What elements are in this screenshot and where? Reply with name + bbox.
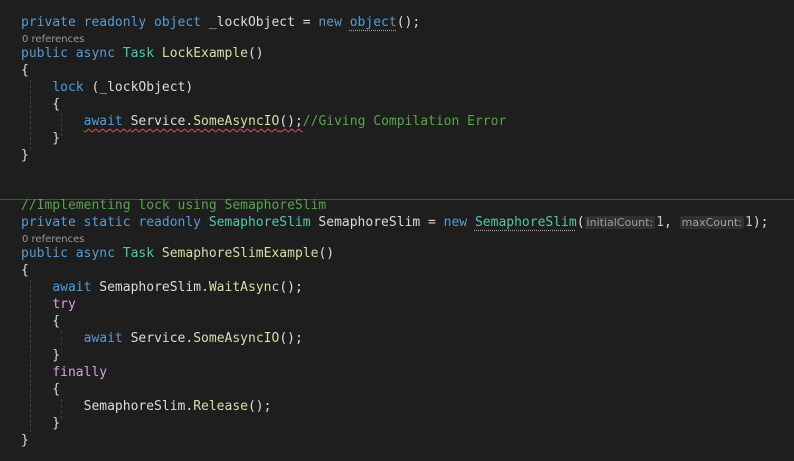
code-line[interactable]: { [21, 62, 29, 79]
code-line[interactable]: { [21, 313, 60, 330]
code-token: Service. [130, 114, 194, 129]
code-token: } [21, 148, 29, 163]
code-token: } [21, 433, 29, 448]
code-token: { [21, 63, 29, 78]
code-token: object [349, 15, 397, 30]
code-token: SemaphoreSlim [474, 215, 577, 230]
code-token: public async [21, 46, 123, 61]
code-line[interactable]: await SemaphoreSlim.WaitAsync(); [21, 279, 303, 296]
code-token: () [247, 46, 264, 61]
code-token: Task [122, 246, 162, 261]
code-token: Release [193, 399, 248, 414]
code-line[interactable]: await Service.SomeAsyncIO(); [21, 330, 303, 347]
code-token: private readonly object [21, 15, 209, 30]
code-token: new [443, 215, 475, 230]
code-line[interactable]: } [21, 432, 29, 449]
code-token: WaitAsync [208, 280, 280, 295]
code-token: SemaphoreSlim. [21, 399, 194, 414]
code-line[interactable]: } [21, 415, 60, 432]
code-token: Service. [130, 331, 194, 346]
code-line[interactable]: public async Task SemaphoreSlimExample() [21, 245, 334, 262]
code-token: SomeAsyncIO [193, 114, 280, 129]
code-token: (_lockObject) [91, 80, 194, 95]
code-token: } [21, 348, 61, 363]
code-token: LockExample [161, 46, 248, 61]
code-token: 1 [656, 215, 664, 230]
code-token: { [21, 382, 61, 397]
code-line[interactable]: } [21, 147, 29, 164]
code-line[interactable]: { [21, 381, 60, 398]
code-token: (); [247, 399, 272, 414]
code-token: ); [752, 215, 769, 230]
code-line[interactable]: private static readonly SemaphoreSlim Se… [21, 214, 768, 231]
code-token: public async [21, 246, 123, 261]
code-token: new [318, 15, 350, 30]
code-token: { [21, 97, 61, 112]
code-token: , [664, 215, 680, 230]
code-token: await [83, 114, 131, 129]
code-line[interactable]: public async Task LockExample() [21, 45, 264, 62]
code-line[interactable]: } [21, 347, 60, 364]
code-token: finally [52, 365, 108, 380]
code-token: ( [576, 215, 585, 230]
code-token: SemaphoreSlim. [99, 280, 209, 295]
code-comment: //Giving Compilation Error [302, 114, 507, 129]
code-token: (); [396, 15, 421, 30]
code-line[interactable]: } [21, 130, 60, 147]
code-line[interactable]: lock (_lockObject) [21, 79, 193, 96]
code-line[interactable]: { [21, 96, 60, 113]
code-line[interactable]: await Service.SomeAsyncIO();//Giving Com… [21, 113, 507, 130]
code-line[interactable]: { [21, 262, 29, 279]
code-token: _lockObject = [208, 15, 319, 30]
code-token: SemaphoreSlimExample [161, 246, 319, 261]
code-token: SomeAsyncIO [193, 331, 280, 346]
code-line[interactable]: private readonly object _lockObject = ne… [21, 14, 420, 31]
parameter-hint: initialCount: [584, 216, 656, 229]
code-line[interactable]: //Implementing lock using SemaphoreSlim [21, 197, 326, 214]
code-line[interactable]: finally [21, 364, 107, 381]
code-token: SemaphoreSlim = [318, 215, 444, 230]
code-token: await [83, 331, 131, 346]
code-token: { [21, 314, 61, 329]
code-line[interactable]: SemaphoreSlim.Release(); [21, 398, 272, 415]
code-token: } [21, 416, 61, 431]
code-token: 1 [745, 215, 753, 230]
code-token: (); [279, 331, 303, 346]
code-token: } [21, 131, 61, 146]
code-token: await [52, 280, 100, 295]
parameter-hint: maxCount: [679, 216, 744, 229]
code-editor[interactable]: private readonly object _lockObject = ne… [0, 0, 794, 461]
code-comment: //Implementing lock using SemaphoreSlim [21, 198, 327, 213]
code-token: () [318, 246, 335, 261]
code-token: SemaphoreSlim [208, 215, 319, 230]
code-token: private static readonly [21, 215, 209, 230]
code-token: (); [279, 114, 303, 129]
code-line[interactable]: try [21, 296, 76, 313]
code-token: try [52, 297, 76, 312]
code-token: (); [279, 280, 303, 295]
code-token: { [21, 263, 29, 278]
code-token: lock [52, 80, 92, 95]
code-token: Task [122, 46, 162, 61]
